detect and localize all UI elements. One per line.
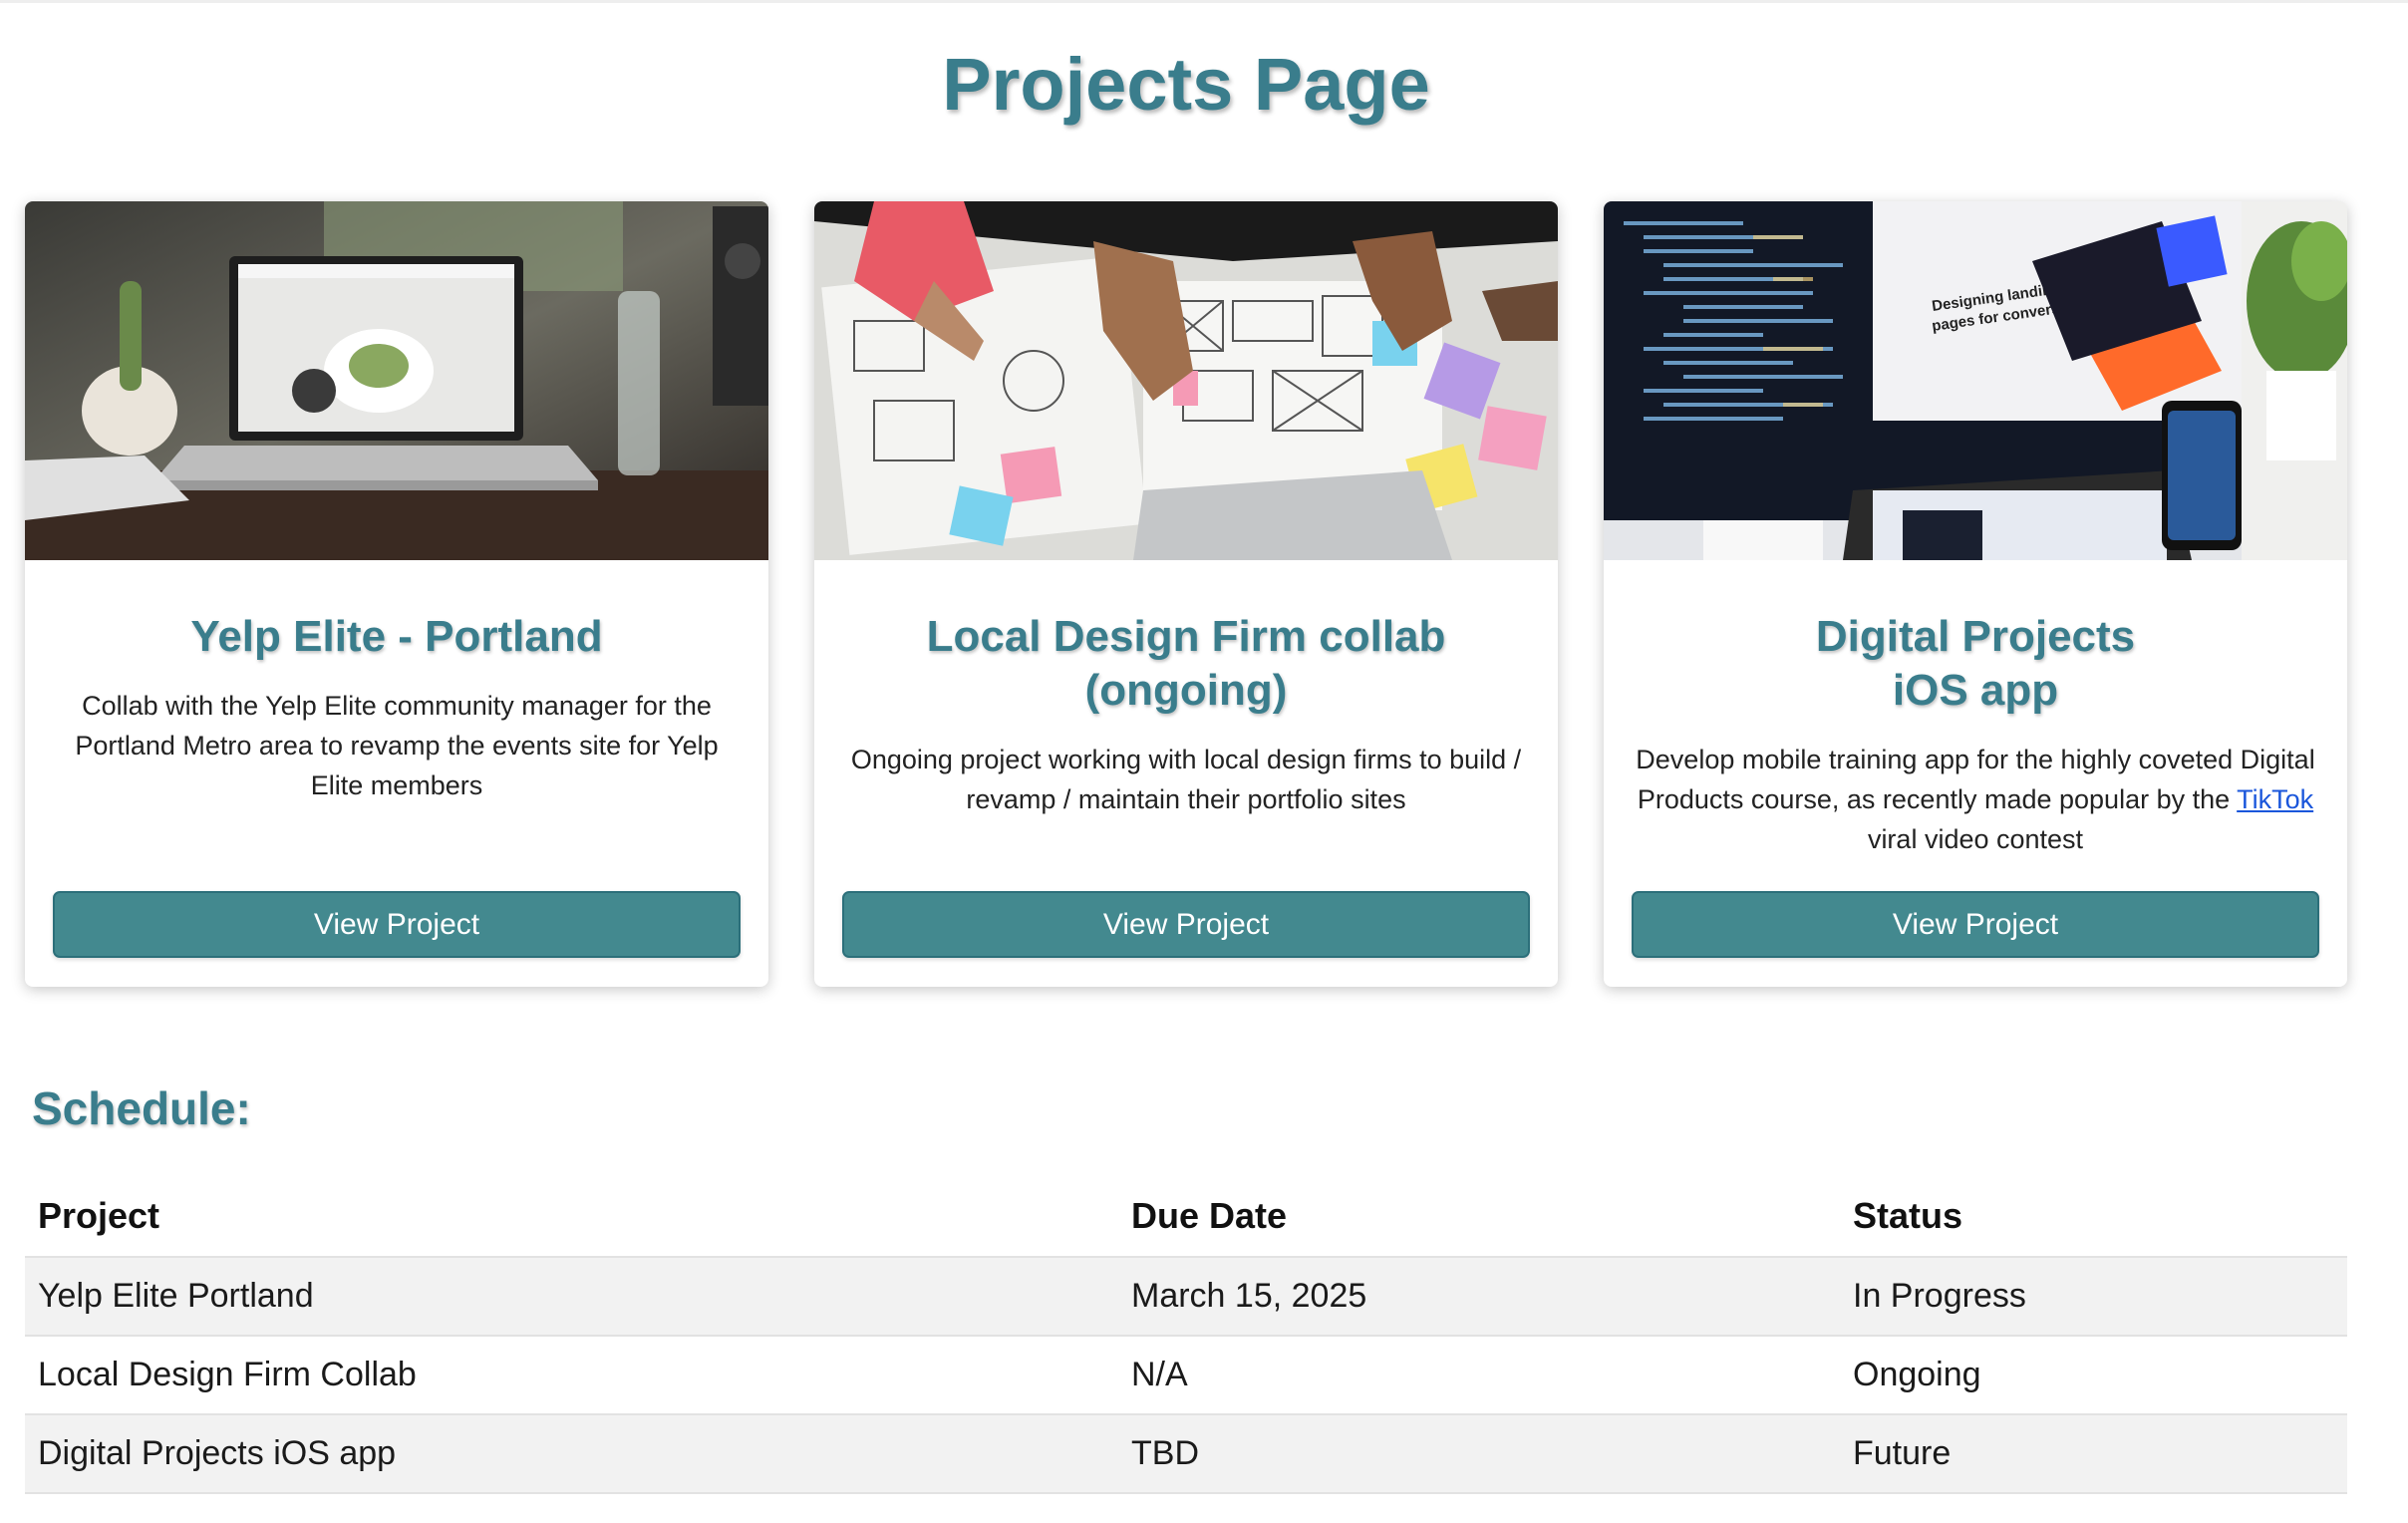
status-cell: Future — [1840, 1414, 2347, 1494]
view-project-button[interactable]: View Project — [842, 891, 1530, 958]
card-description: Ongoing project working with local desig… — [850, 745, 1522, 814]
project-card-ios-app: Designing landing pages for conversion D… — [1604, 201, 2347, 987]
column-header-status: Status — [1840, 1176, 2347, 1258]
wireframe-sketching-image — [814, 201, 1558, 560]
card-title: Local Design Firm collab (ongoing) — [842, 610, 1530, 718]
card-description-text: Develop mobile training app for the high… — [1636, 745, 2315, 814]
top-divider — [0, 0, 2408, 3]
table-row: Local Design Firm Collab N/A Ongoing — [25, 1336, 2347, 1415]
card-description: Collab with the Yelp Elite community man… — [75, 691, 719, 800]
project-card-yelp: Yelp Elite - Portland Collab with the Ye… — [25, 201, 768, 987]
card-body: Local Design Firm collab (ongoing) Ongoi… — [842, 610, 1530, 819]
card-title-line-2: iOS app — [1892, 666, 2059, 715]
table-row: Digital Projects iOS app TBD Future — [25, 1414, 2347, 1494]
status-cell: In Progress — [1840, 1257, 2347, 1337]
schedule-heading: Schedule: — [32, 1082, 251, 1134]
card-title-line-1: Digital Projects — [1815, 612, 2136, 661]
table-row: Yelp Elite Portland March 15, 2025 In Pr… — [25, 1257, 2347, 1337]
card-title-line-2: (ongoing) — [1084, 666, 1288, 715]
project-cell: Yelp Elite Portland — [25, 1257, 1118, 1337]
monitor-code-and-ios-app-image: Designing landing pages for conversion — [1604, 201, 2347, 560]
card-title-line-1: Local Design Firm collab — [926, 612, 1446, 661]
page-title: Projects Page — [942, 43, 1430, 126]
card-body: Digital Projects iOS app Develop mobile … — [1632, 610, 2319, 859]
column-header-due-date: Due Date — [1118, 1176, 1840, 1258]
schedule-table: Project Due Date Status Yelp Elite Portl… — [25, 1176, 2347, 1494]
table-header-row: Project Due Date Status — [25, 1176, 2347, 1258]
project-cell: Digital Projects iOS app — [25, 1414, 1118, 1494]
due-date-cell: N/A — [1118, 1336, 1840, 1415]
card-description: Develop mobile training app for the high… — [1632, 740, 2319, 859]
project-cards: Yelp Elite - Portland Collab with the Ye… — [25, 201, 2347, 987]
status-cell: Ongoing — [1840, 1336, 2347, 1415]
card-body: Yelp Elite - Portland Collab with the Ye… — [53, 610, 741, 805]
view-project-button[interactable]: View Project — [1632, 891, 2319, 958]
card-title: Yelp Elite - Portland — [53, 610, 741, 664]
card-title-text: Yelp Elite - Portland — [190, 612, 603, 661]
project-card-design-firm: Local Design Firm collab (ongoing) Ongoi… — [814, 201, 1558, 987]
column-header-project: Project — [25, 1176, 1118, 1258]
project-cell: Local Design Firm Collab — [25, 1336, 1118, 1415]
view-project-button[interactable]: View Project — [53, 891, 741, 958]
laptop-on-desk-image — [25, 201, 768, 560]
due-date-cell: TBD — [1118, 1414, 1840, 1494]
tiktok-link[interactable]: TikTok — [2237, 784, 2313, 814]
card-title: Digital Projects iOS app — [1632, 610, 2319, 718]
card-description-text-end: viral video contest — [1867, 824, 2084, 854]
due-date-cell: March 15, 2025 — [1118, 1257, 1840, 1337]
